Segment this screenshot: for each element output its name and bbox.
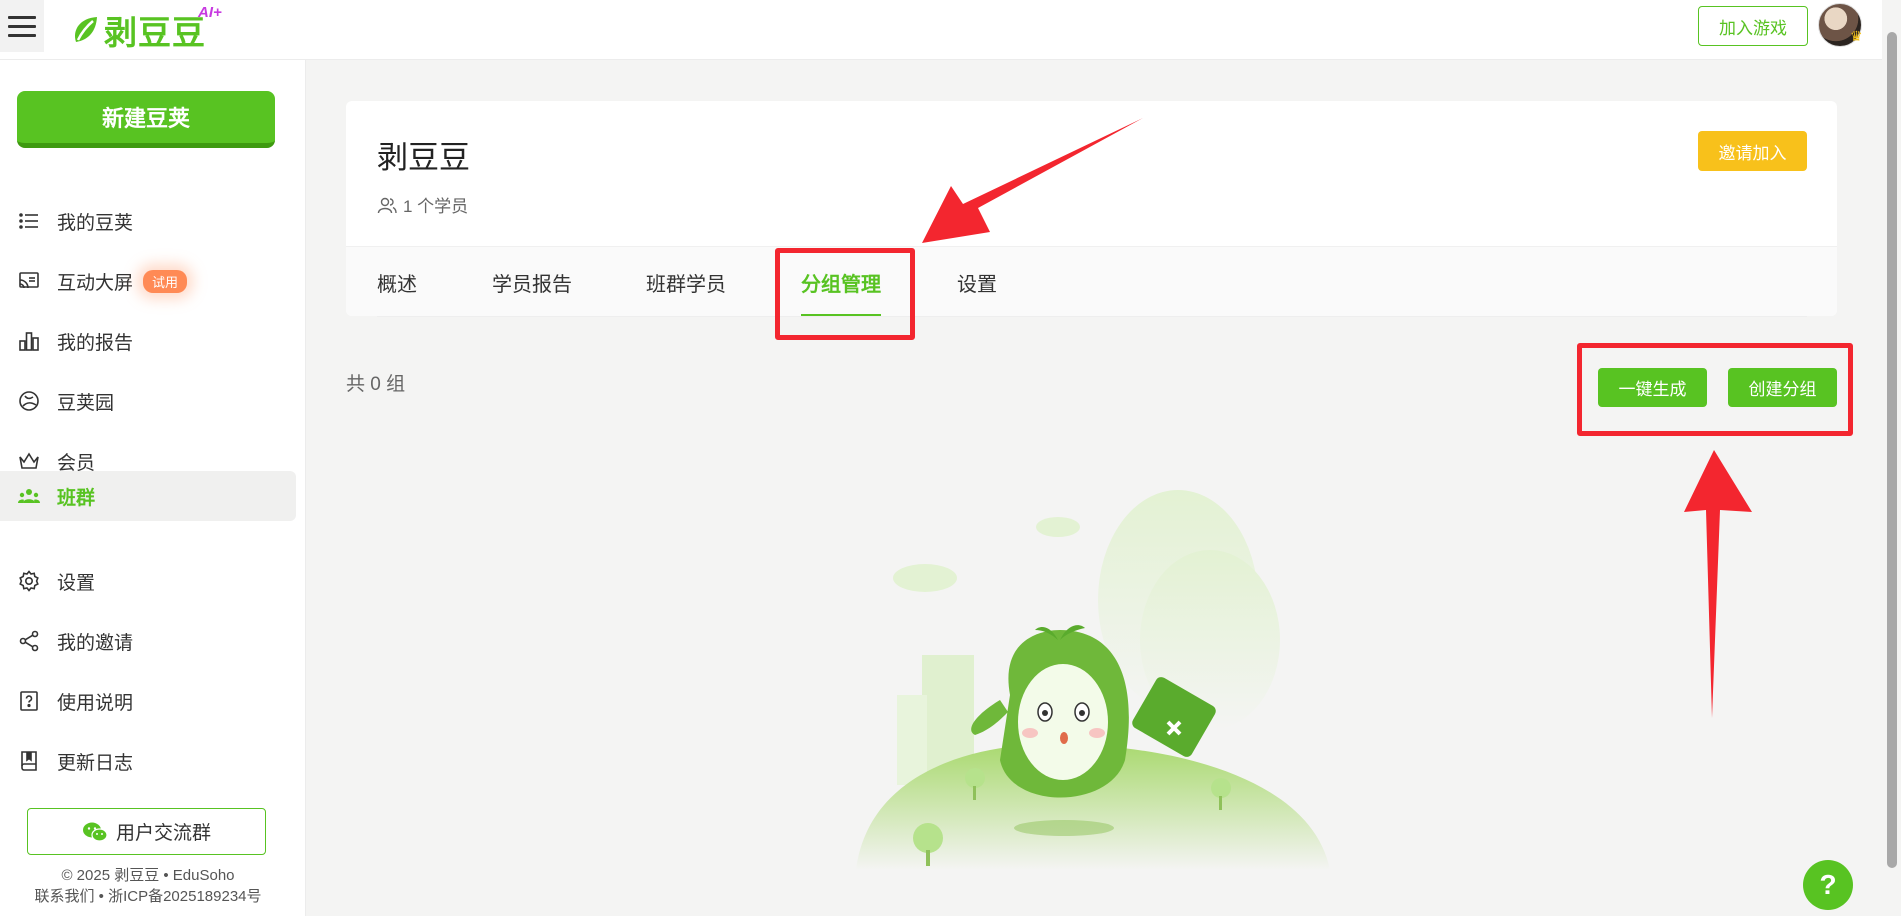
arrow-to-tab <box>922 118 1143 243</box>
annotation-arrows <box>922 118 1752 718</box>
help-button[interactable]: ? <box>1803 860 1853 910</box>
arrow-to-buttons <box>1684 450 1752 718</box>
